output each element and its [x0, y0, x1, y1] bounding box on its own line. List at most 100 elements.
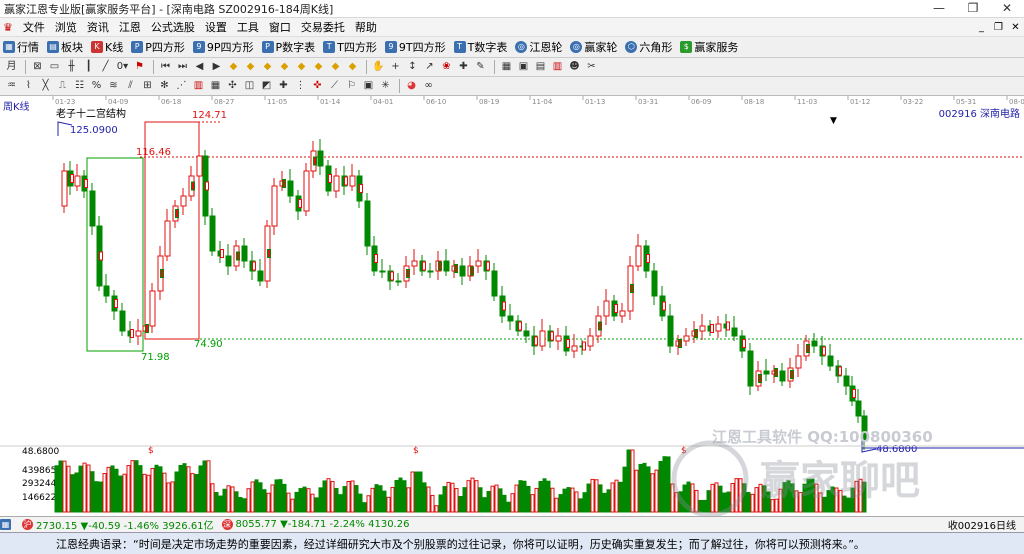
pattern8-icon[interactable]: ⊞	[140, 79, 155, 93]
tools-icon[interactable]: ✂	[584, 60, 599, 74]
book-icon[interactable]: ▥	[550, 60, 565, 74]
diamond3-icon[interactable]: ◆	[260, 60, 275, 74]
pattern22-icon[interactable]: ✳	[378, 79, 393, 93]
disk-icon[interactable]: ▤	[533, 60, 548, 74]
minimize-icon[interactable]: —	[922, 0, 956, 18]
tool-t-square[interactable]: T T四方形	[320, 39, 382, 55]
pattern11-icon[interactable]: ▥	[191, 79, 206, 93]
menu-help[interactable]: 帮助	[350, 19, 382, 35]
zoom-icon[interactable]: ⊠	[30, 60, 45, 74]
menu-gann[interactable]: 江恩	[114, 19, 146, 35]
pattern14-icon[interactable]: ◫	[242, 79, 257, 93]
menu-trade[interactable]: 交易委托	[296, 19, 350, 35]
last-icon[interactable]: ⏭	[175, 60, 190, 74]
tool-p-table[interactable]: P P数字表	[259, 39, 321, 55]
kline-svg[interactable]: 01-23 04-09 06-18 08-27 11-05 01-14 04-01 06-10…	[0, 96, 1024, 518]
tag-icon[interactable]: ✎	[473, 60, 488, 74]
tool-service[interactable]: $ 赢家服务	[677, 39, 743, 55]
menu-tools[interactable]: 工具	[232, 19, 264, 35]
pattern13-icon[interactable]: ✣	[225, 79, 240, 93]
tool-gann-wheel[interactable]: ◎ 江恩轮	[512, 39, 567, 55]
box-mid-label: 116.46	[136, 147, 171, 158]
pattern4-icon[interactable]: ⎍	[55, 79, 70, 93]
tool-9p-square[interactable]: 9 9P四方形	[190, 39, 259, 55]
candle-body	[225, 255, 232, 267]
tool-quote[interactable]: ▦ 行情	[0, 39, 44, 55]
pattern7-icon[interactable]: ⫽	[123, 79, 138, 93]
sh-index[interactable]: 沪 2730.15 ▼-40.59 -1.46% 3926.61亿	[22, 517, 214, 532]
candle-body	[827, 355, 834, 367]
arrow-icon[interactable]: ↕	[405, 60, 420, 74]
maximize-icon[interactable]: ❐	[956, 0, 990, 18]
people-icon[interactable]: ☻	[567, 60, 582, 74]
calc-icon[interactable]: ▦	[499, 60, 514, 74]
diamond7-icon[interactable]: ◆	[328, 60, 343, 74]
pattern18-icon[interactable]: ✜	[310, 79, 325, 93]
menu-file[interactable]: 文件	[18, 19, 50, 35]
left-icon[interactable]: ◀	[192, 60, 207, 74]
diamond1-icon[interactable]: ◆	[226, 60, 241, 74]
page-icon[interactable]: ▭	[47, 60, 62, 74]
close-icon[interactable]: ✕	[990, 0, 1024, 18]
trend-icon[interactable]: ↗	[422, 60, 437, 74]
pattern3-icon[interactable]: ╳	[38, 79, 53, 93]
infinity-icon[interactable]: ∞	[421, 79, 436, 93]
tool-winner-wheel[interactable]: ◎ 赢家轮	[567, 39, 622, 55]
diamond5-icon[interactable]: ◆	[294, 60, 309, 74]
menu-window[interactable]: 窗口	[264, 19, 296, 35]
mdi-restore-icon[interactable]: ❐	[990, 18, 1007, 37]
pattern2-icon[interactable]: ⌇	[21, 79, 36, 93]
mdi-close-icon[interactable]: ✕	[1007, 18, 1024, 37]
dropdown-arrow-icon[interactable]: ▼	[830, 116, 837, 126]
menu-grid-icon[interactable]: ▦	[0, 519, 14, 530]
pattern1-icon[interactable]: ♒	[4, 79, 19, 93]
tool-sector[interactable]: ▤ 板块	[44, 39, 88, 55]
menu-news[interactable]: 资讯	[82, 19, 114, 35]
volume-bar	[94, 481, 99, 513]
pattern10-icon[interactable]: ⋰	[174, 79, 189, 93]
pattern9-icon[interactable]: ✻	[157, 79, 172, 93]
hand-icon[interactable]: ✋	[371, 60, 386, 74]
cross-icon[interactable]: +	[388, 60, 403, 74]
tool-kline[interactable]: K K线	[88, 39, 128, 55]
sz-index[interactable]: 深 8055.77 ▼-184.71 -2.24% 4130.26	[221, 519, 409, 530]
flag-icon[interactable]: ⚑	[132, 60, 147, 74]
gift-icon[interactable]: ❀	[439, 60, 454, 74]
volume-bar	[358, 493, 363, 513]
diamond8-icon[interactable]: ◆	[345, 60, 360, 74]
pattern6-icon[interactable]: ≋	[106, 79, 121, 93]
mdi-minimize-icon[interactable]: _	[973, 18, 990, 37]
first-icon[interactable]: ⏮	[158, 60, 173, 74]
diamond6-icon[interactable]: ◆	[311, 60, 326, 74]
menu-browse[interactable]: 浏览	[50, 19, 82, 35]
menu-formula[interactable]: 公式选股	[146, 19, 200, 35]
color-wheel-icon[interactable]: ◕	[404, 79, 419, 93]
kline-chart[interactable]: 01-23 04-09 06-18 08-27 11-05 01-14 04-01 06-10…	[0, 96, 1024, 518]
tool-hexagon[interactable]: ⬡ 六角形	[622, 39, 677, 55]
line-icon[interactable]: ╱	[98, 60, 113, 74]
pattern21-icon[interactable]: ▣	[361, 79, 376, 93]
cross2-icon[interactable]: ✚	[456, 60, 471, 74]
window-icon[interactable]: ▣	[516, 60, 531, 74]
period-dropdown-icon[interactable]: 月▾	[4, 60, 19, 86]
tool-p-square[interactable]: P P四方形	[128, 39, 190, 55]
pattern16-icon[interactable]: ✚	[276, 79, 291, 93]
bars-icon[interactable]: ┃	[81, 60, 96, 74]
tool-9t-square[interactable]: 9 9T四方形	[382, 39, 451, 55]
tool-t-table[interactable]: T T数字表	[451, 39, 513, 55]
stock-label: 002916 深南电路	[939, 107, 1020, 120]
candle-icon[interactable]: ╫	[64, 60, 79, 74]
diamond4-icon[interactable]: ◆	[277, 60, 292, 74]
pattern12-icon[interactable]: ▦	[208, 79, 223, 93]
right-icon[interactable]: ▶	[209, 60, 224, 74]
diamond2-icon[interactable]: ◆	[243, 60, 258, 74]
pattern15-icon[interactable]: ◩	[259, 79, 274, 93]
zero-icon[interactable]: 0▾	[115, 60, 130, 74]
pattern17-icon[interactable]: ⋮	[293, 79, 308, 93]
pattern19-icon[interactable]: ⟋	[327, 79, 342, 93]
pattern20-icon[interactable]: ⚐	[344, 79, 359, 93]
pattern5-icon[interactable]: ☷	[72, 79, 87, 93]
menu-settings[interactable]: 设置	[200, 19, 232, 35]
candle-body	[523, 330, 530, 337]
percent-icon[interactable]: %	[89, 79, 104, 93]
